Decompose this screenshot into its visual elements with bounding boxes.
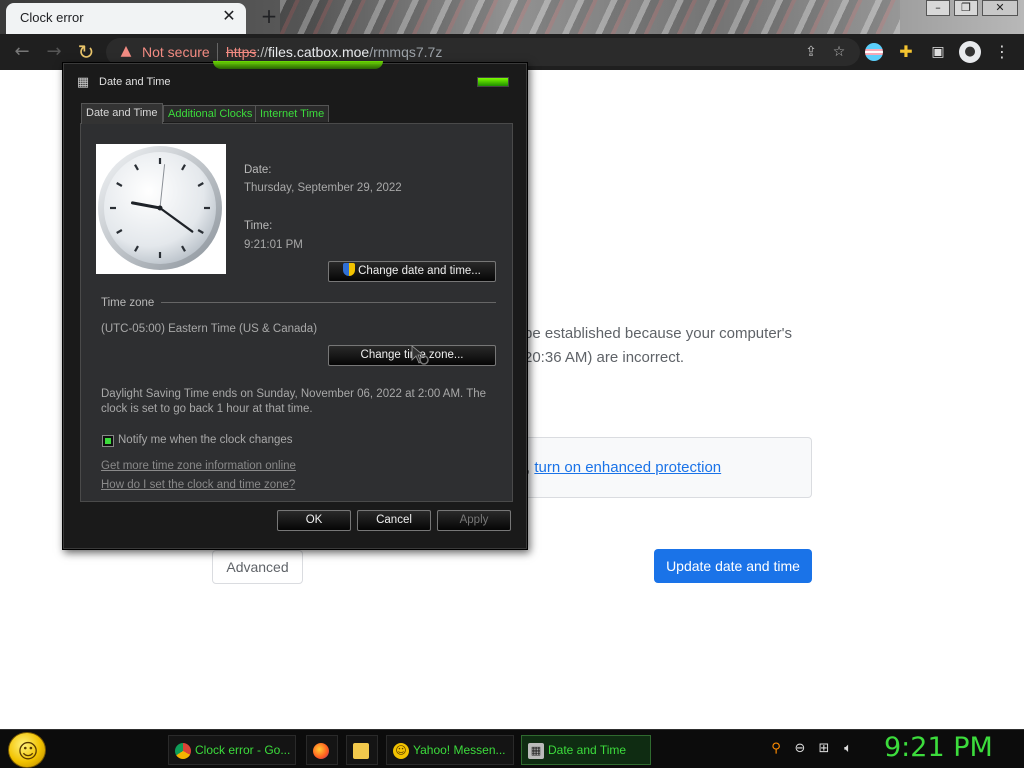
forward-arrow-icon[interactable]: → bbox=[42, 41, 66, 63]
uac-shield-icon bbox=[343, 263, 356, 276]
reload-icon[interactable]: ↻ bbox=[74, 41, 98, 63]
taskbar-item-chrome-label: Clock error - Go... bbox=[195, 743, 291, 757]
update-date-time-button[interactable]: Update date and time bbox=[654, 549, 812, 583]
firefox-icon bbox=[313, 743, 329, 759]
taskbar-item-date-time-label: Date and Time bbox=[548, 743, 627, 757]
dialog-top-glow bbox=[213, 61, 383, 69]
taskbar-item-yahoo-label: Yahoo! Messen... bbox=[413, 743, 506, 757]
date-value: Thursday, September 29, 2022 bbox=[244, 182, 402, 194]
error-text-line-1: be established because your computer's bbox=[524, 325, 793, 342]
extensions-puzzle-icon[interactable]: ✚ bbox=[896, 42, 916, 62]
notify-checkbox-label[interactable]: Notify me when the clock changes bbox=[118, 434, 293, 446]
tab-internet-time[interactable]: Internet Time bbox=[255, 105, 330, 122]
advanced-button[interactable]: Advanced bbox=[212, 550, 303, 584]
dst-notice: Daylight Saving Time ends on Sunday, Nov… bbox=[101, 388, 487, 415]
date-label: Date: bbox=[244, 164, 272, 176]
volume-icon[interactable]: 🔈︎ bbox=[839, 740, 857, 758]
browser-tab-clock-error[interactable]: Clock error ✕ bbox=[6, 3, 246, 34]
yahoo-messenger-icon: ☺ bbox=[393, 743, 409, 759]
taskbar-item-folder[interactable] bbox=[346, 735, 378, 765]
url-text[interactable]: https://files.catbox.moe/rmmqs7.7z bbox=[226, 44, 442, 60]
dialog-close-button[interactable] bbox=[477, 77, 509, 87]
date-time-dialog: ▦ Date and Time Date and Time Additional… bbox=[62, 61, 528, 550]
profile-avatar-icon[interactable]: ● bbox=[959, 41, 981, 63]
notify-checkbox[interactable] bbox=[102, 435, 114, 447]
side-panel-icon[interactable]: ▣ bbox=[928, 42, 948, 62]
taskbar: ☺ Clock error - Go... ☺ Yahoo! Messen...… bbox=[0, 729, 1024, 768]
maximize-icon[interactable]: ❐ bbox=[954, 0, 978, 16]
change-date-time-label: Change date and time... bbox=[358, 265, 481, 277]
taskbar-item-date-time[interactable]: ▦ Date and Time bbox=[521, 735, 651, 765]
busy-cursor-icon bbox=[411, 345, 429, 365]
omnibox-divider bbox=[217, 43, 218, 61]
url-separator: :// bbox=[256, 44, 269, 60]
ok-button[interactable]: OK bbox=[277, 510, 351, 531]
time-value: 9:21:01 PM bbox=[244, 239, 303, 251]
close-window-icon[interactable]: ✕ bbox=[982, 0, 1018, 16]
profile-flag-icon[interactable] bbox=[865, 43, 883, 61]
time-zone-heading: Time zone bbox=[101, 297, 155, 309]
not-secure-label[interactable]: Not secure bbox=[142, 44, 210, 60]
enhanced-protection-box: , turn on enhanced protection bbox=[510, 437, 812, 498]
date-time-icon: ▦ bbox=[528, 743, 544, 759]
share-icon[interactable]: ⇪ bbox=[802, 43, 820, 61]
url-path: /rmmqs7.7z bbox=[369, 44, 443, 60]
change-date-time-button[interactable]: Change date and time... bbox=[328, 261, 496, 282]
enhanced-protection-link[interactable]: turn on enhanced protection bbox=[534, 459, 721, 476]
warning-triangle-icon[interactable]: ▲ bbox=[118, 43, 134, 59]
clock-error-description: be established because your computer's 2… bbox=[524, 322, 824, 370]
dialog-title: Date and Time bbox=[99, 76, 171, 88]
smiley-face-icon: ☺ bbox=[17, 739, 39, 763]
window-controls: – ❐ ✕ bbox=[926, 0, 1018, 18]
url-scheme: https bbox=[226, 44, 257, 60]
url-host: files.catbox.moe bbox=[268, 44, 370, 60]
back-arrow-icon[interactable]: ← bbox=[10, 41, 34, 63]
time-label: Time: bbox=[244, 220, 273, 232]
messenger-status-icon[interactable]: ⊖ bbox=[791, 740, 809, 758]
date-time-tab-panel: Date: Thursday, September 29, 2022 Time:… bbox=[80, 123, 513, 502]
new-tab-icon[interactable]: + bbox=[258, 6, 280, 28]
taskbar-item-firefox[interactable] bbox=[306, 735, 338, 765]
date-time-app-icon: ▦ bbox=[76, 75, 90, 90]
search-icon[interactable]: ⚲ bbox=[767, 740, 785, 758]
taskbar-item-yahoo-messenger[interactable]: ☺ Yahoo! Messen... bbox=[386, 735, 514, 765]
taskbar-item-chrome[interactable]: Clock error - Go... bbox=[168, 735, 296, 765]
menu-dots-icon[interactable]: ⋮ bbox=[992, 42, 1012, 62]
time-zone-value: (UTC-05:00) Eastern Time (US & Canada) bbox=[101, 323, 318, 335]
tab-title: Clock error bbox=[20, 10, 84, 25]
folder-icon bbox=[353, 743, 369, 759]
apply-button[interactable]: Apply bbox=[437, 510, 511, 531]
browser-title-bar: Clock error ✕ + – ❐ ✕ bbox=[0, 0, 1024, 34]
enhanced-protection-text: , turn on enhanced protection bbox=[526, 459, 721, 476]
taskbar-clock[interactable]: 9:21 PM bbox=[884, 732, 993, 763]
bookmark-star-icon[interactable]: ☆ bbox=[830, 43, 848, 61]
how-to-set-clock-link[interactable]: How do I set the clock and time zone? bbox=[101, 479, 295, 491]
time-zone-info-link[interactable]: Get more time zone information online bbox=[101, 460, 296, 472]
tab-additional-clocks[interactable]: Additional Clocks bbox=[163, 105, 258, 122]
error-text-line-2: 20:36 AM) are incorrect. bbox=[524, 349, 685, 366]
chrome-icon bbox=[175, 743, 191, 759]
cancel-button[interactable]: Cancel bbox=[357, 510, 431, 531]
analog-clock bbox=[96, 144, 226, 274]
tab-date-and-time[interactable]: Date and Time bbox=[81, 103, 163, 124]
network-icon[interactable]: ⊞ bbox=[815, 740, 833, 758]
minimize-icon[interactable]: – bbox=[926, 0, 950, 16]
tab-close-icon[interactable]: ✕ bbox=[220, 7, 238, 25]
clock-face-icon bbox=[98, 146, 222, 270]
start-button-smiley-icon[interactable]: ☺ bbox=[8, 732, 46, 768]
time-zone-divider bbox=[161, 302, 496, 303]
